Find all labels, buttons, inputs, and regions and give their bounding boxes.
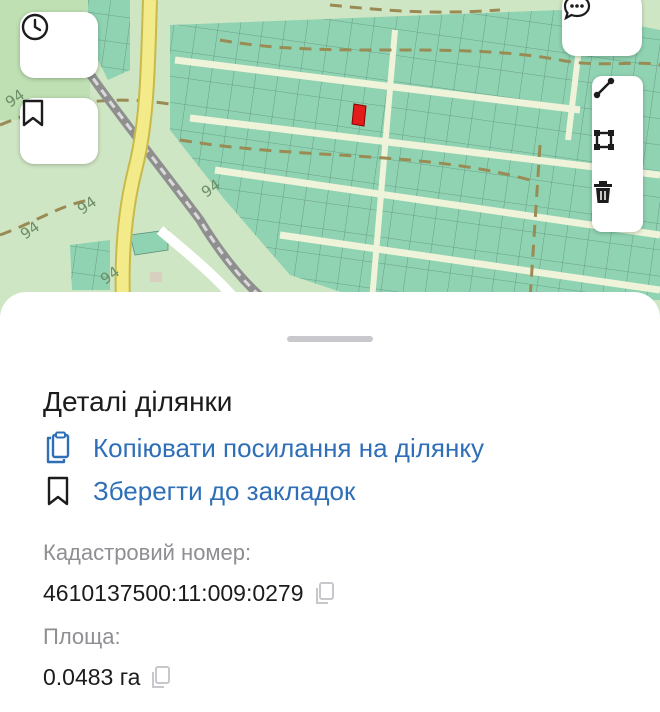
parcel-details-sheet: Деталі ділянки Копіювати посилання на ді… (0, 292, 660, 712)
area-value: 0.0483 га (43, 664, 141, 690)
copy-link-label: Копіювати посилання на ділянку (93, 432, 485, 463)
measure-area-button[interactable] (592, 128, 643, 180)
selected-parcel (351, 103, 367, 127)
measure-area-icon (594, 130, 614, 150)
copy-link-action[interactable]: Копіювати посилання на ділянку (43, 431, 484, 465)
bookmark-icon (47, 476, 69, 506)
measure-toolbar (592, 76, 643, 232)
area-row: 0.0483 га (43, 664, 172, 691)
trash-icon (594, 181, 612, 203)
copy-icon[interactable] (312, 581, 336, 607)
save-bookmark-label: Зберегти до закладок (93, 475, 356, 506)
sheet-title: Деталі ділянки (43, 386, 233, 417)
map-view[interactable]: 94 94 94 94 94 (0, 0, 660, 320)
cadastral-number-label: Кадастровий номер: (43, 540, 252, 565)
area-label: Площа: (43, 624, 121, 649)
feedback-button[interactable] (562, 0, 642, 56)
save-bookmark-action[interactable]: Зберегти до закладок (43, 475, 355, 507)
cadastral-number-row: 4610137500:11:009:0279 (43, 580, 336, 607)
copy-clipboard-icon (46, 431, 70, 464)
sheet-drag-handle[interactable] (287, 336, 373, 342)
map-canvas[interactable]: 94 94 94 94 94 (0, 0, 660, 320)
history-button[interactable] (20, 12, 98, 78)
clear-measurements-button[interactable] (592, 180, 643, 232)
copy-icon[interactable] (148, 665, 172, 691)
bookmark-icon (22, 99, 44, 127)
measure-distance-button[interactable] (592, 76, 643, 128)
cadastral-number-value: 4610137500:11:009:0279 (43, 580, 304, 606)
clock-icon (21, 13, 49, 41)
bookmarks-button[interactable] (20, 98, 98, 164)
measure-line-icon (593, 77, 615, 99)
chat-bubble-icon (563, 0, 591, 21)
